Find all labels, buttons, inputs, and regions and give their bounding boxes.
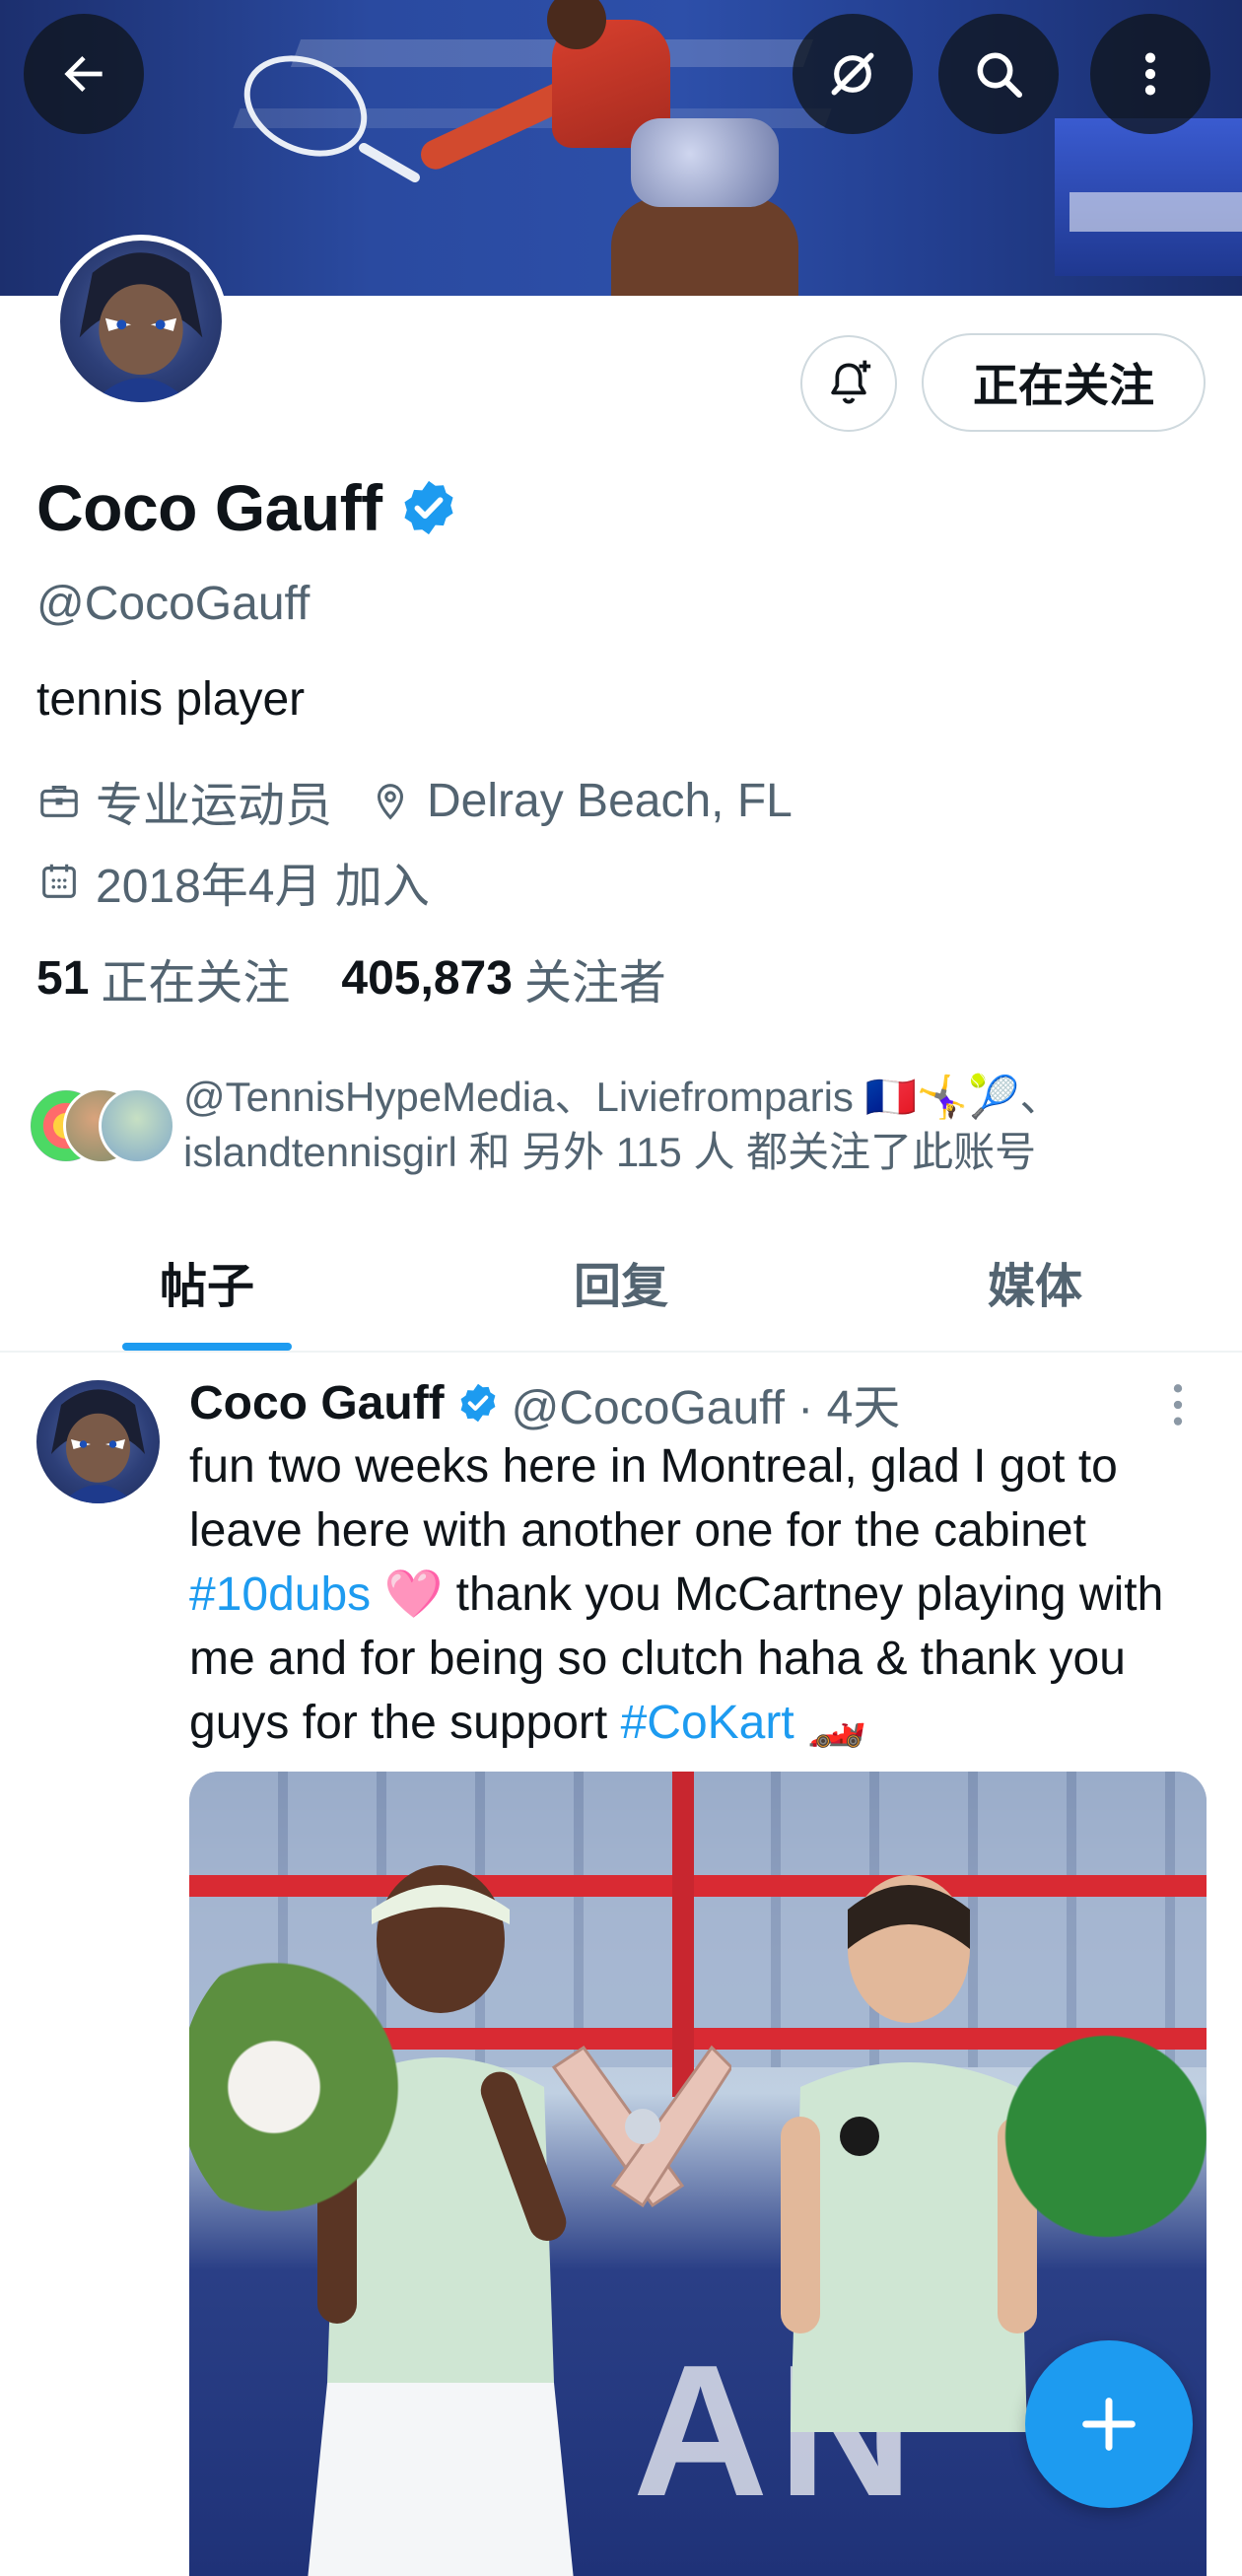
followed-by-line2: islandtennisgirl 和 另外 115 人 都关注了此账号 — [183, 1129, 1037, 1175]
profile-category: 专业运动员 — [36, 766, 332, 835]
tab-media-label: 媒体 — [987, 1261, 1082, 1313]
briefcase-icon — [40, 786, 78, 817]
tab-posts-label: 帖子 — [159, 1261, 254, 1313]
more-vertical-icon — [1144, 52, 1156, 96]
post-avatar[interactable] — [36, 1380, 160, 1503]
more-button[interactable] — [1090, 14, 1210, 134]
profile-handle: @CocoGauff — [36, 578, 310, 630]
followers-label: 关注者 — [523, 957, 666, 1010]
hashtag-link[interactable]: #CoKart — [621, 1697, 794, 1749]
bell-plus-icon — [831, 360, 871, 404]
followed-by-text: @TennisHypeMedia、Liviefromparis 🇫🇷🤸‍♀️🎾、… — [183, 1070, 1218, 1180]
grok-button[interactable] — [793, 14, 913, 134]
post-text-part: 🏎️ — [794, 1697, 866, 1749]
profile-location-text: Delray Beach, FL — [427, 774, 793, 827]
banner-player-legs — [611, 197, 798, 296]
plus-icon — [1082, 2398, 1136, 2451]
profile-tabs: 帖子 回复 媒体 — [0, 1213, 1242, 1353]
profile-joined-row: 2018年4月 加入 — [36, 850, 465, 913]
hashtag-link[interactable]: #10dubs — [189, 1568, 371, 1621]
follower-avatar — [99, 1087, 175, 1164]
banner-board — [1070, 192, 1242, 232]
calendar-icon — [42, 864, 76, 898]
followers-you-know[interactable]: @TennisHypeMedia、Liviefromparis 🇫🇷🤸‍♀️🎾、… — [28, 1070, 1220, 1188]
profile-avatar[interactable] — [54, 235, 228, 408]
avatar-illustration — [51, 1389, 145, 1503]
profile-name: Coco Gauff — [36, 471, 382, 544]
verified-badge-icon — [460, 1383, 496, 1423]
grok-icon — [831, 52, 874, 96]
tab-posts[interactable]: 帖子 — [0, 1213, 414, 1351]
image-trophy — [551, 2045, 731, 2208]
banner-player-skirt — [631, 118, 779, 207]
verified-badge-icon[interactable] — [398, 477, 459, 538]
profile-joined: 2018年4月 加入 — [36, 847, 430, 916]
tab-media[interactable]: 媒体 — [828, 1213, 1242, 1351]
profile-meta-row: 专业运动员 Delray Beach, FL — [36, 769, 828, 832]
profile-category-text: 专业运动员 — [96, 780, 333, 832]
image-bouquet — [189, 1939, 416, 2235]
post-more-icon[interactable] — [1158, 1380, 1198, 1429]
following-count: 51 — [36, 951, 90, 1005]
tab-replies[interactable]: 回复 — [414, 1213, 828, 1351]
search-icon — [977, 52, 1023, 99]
tab-replies-label: 回复 — [573, 1261, 668, 1313]
search-button[interactable] — [938, 14, 1059, 134]
post-author-name[interactable]: Coco Gauff — [189, 1376, 445, 1430]
arrow-left-icon — [64, 56, 103, 92]
profile-joined-text: 2018年4月 加入 — [96, 861, 430, 913]
followed-by-line1: @TennisHypeMedia、Liviefromparis 🇫🇷🤸‍♀️🎾、 — [183, 1074, 1062, 1120]
post-text-part: fun two weeks here in Montreal, glad I g… — [189, 1440, 1118, 1557]
tab-active-indicator — [122, 1343, 292, 1351]
profile-stats: 51 正在关注 405,873 关注者 — [36, 946, 718, 1010]
avatar-illustration — [79, 252, 203, 402]
post-text: fun two weeks here in Montreal, glad I g… — [189, 1434, 1214, 1755]
post-header: Coco Gauff @CocoGauff · 4天 — [189, 1368, 900, 1437]
profile-location: Delray Beach, FL — [368, 774, 793, 828]
following-button[interactable]: 正在关注 — [922, 333, 1206, 432]
profile-name-row: Coco Gauff — [36, 463, 459, 552]
back-button[interactable] — [24, 14, 144, 134]
following-label: 正在关注 — [101, 957, 291, 1010]
followers-stat[interactable]: 405,873 关注者 — [341, 943, 666, 1012]
banner-racket-handle — [357, 141, 422, 184]
location-pin-icon — [377, 784, 404, 820]
notifications-button[interactable] — [800, 335, 897, 432]
profile-bio: tennis player — [36, 673, 306, 726]
post-handle-time: @CocoGauff · 4天 — [511, 1382, 901, 1434]
follower-avatars — [28, 1087, 175, 1166]
compose-post-button[interactable] — [1025, 2340, 1193, 2508]
following-stat[interactable]: 51 正在关注 — [36, 943, 290, 1012]
followers-count: 405,873 — [341, 951, 513, 1005]
